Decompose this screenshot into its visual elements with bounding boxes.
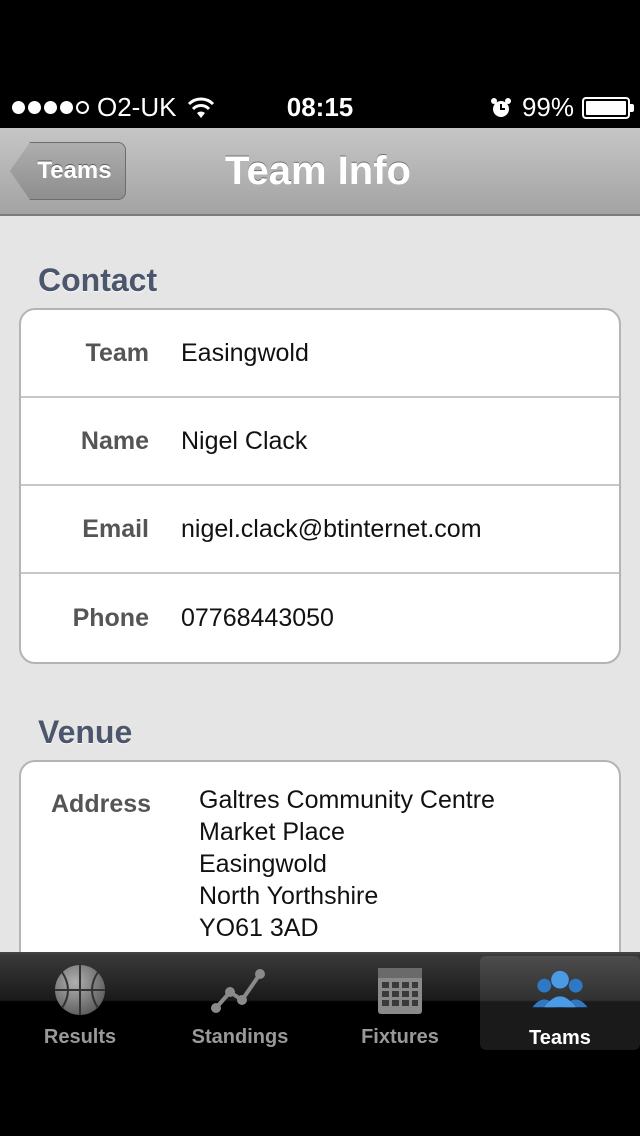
tab-results[interactable]: Results: [0, 954, 160, 1052]
contact-row-name: Name Nigel Clack: [21, 398, 619, 486]
calendar-icon: [378, 968, 422, 1014]
phone-link[interactable]: 07768443050: [181, 604, 334, 633]
tab-fixtures[interactable]: Fixtures: [320, 954, 480, 1052]
navigation-bar: Team Info Teams: [0, 128, 640, 216]
row-value: Easingwold: [181, 338, 309, 367]
contact-group: Team Easingwold Name Nigel Clack Email n…: [19, 308, 621, 664]
content-area[interactable]: Contact Team Easingwold Name Nigel Clack…: [0, 216, 640, 952]
status-right: 99%: [490, 92, 634, 123]
tab-label: Results: [43, 1026, 117, 1048]
venue-section-header: Venue: [38, 714, 133, 750]
tab-label: Teams: [529, 1027, 591, 1049]
battery-percent: 99%: [521, 92, 574, 122]
row-label: Name: [80, 426, 149, 455]
address-label: Address: [51, 790, 152, 818]
row-label: Phone: [72, 603, 149, 632]
venue-group: Address Galtres Community Centre Market …: [19, 760, 621, 952]
address-value: Galtres Community Centre Market Place Ea…: [199, 784, 495, 944]
email-link[interactable]: nigel.clack@btinternet.com: [181, 515, 482, 544]
address-line: Easingwold: [199, 850, 327, 878]
basketball-icon: [55, 965, 105, 1015]
people-icon: [532, 970, 588, 1008]
alarm-clock-icon: [490, 97, 511, 117]
address-line: Galtres Community Centre: [199, 786, 495, 814]
tab-teams[interactable]: Teams: [480, 956, 640, 1050]
contact-row-email[interactable]: Email nigel.clack@btinternet.com: [21, 486, 619, 574]
tab-label: Standings: [191, 1026, 289, 1048]
bottom-area: [0, 1050, 640, 1136]
line-graph-icon: [211, 969, 265, 1013]
address-line: Market Place: [199, 818, 345, 846]
contact-row-phone[interactable]: Phone 07768443050: [21, 574, 619, 662]
venue-row-address[interactable]: Address Galtres Community Centre Market …: [21, 762, 619, 952]
status-bar: O2-UK 08:15 99%: [0, 88, 640, 128]
tab-standings[interactable]: Standings: [160, 954, 320, 1052]
row-label: Email: [82, 514, 149, 543]
contact-row-team: Team Easingwold: [21, 310, 619, 398]
row-label: Team: [85, 338, 149, 367]
battery-level-fill: [586, 100, 626, 115]
row-value: Nigel Clack: [181, 426, 308, 455]
address-line: YO61 3AD: [199, 914, 319, 942]
battery-icon: [582, 96, 634, 119]
address-line: North Yorthshire: [199, 882, 379, 910]
back-button[interactable]: Teams: [10, 142, 126, 200]
contact-section-header: Contact: [38, 262, 158, 298]
tab-label: Fixtures: [361, 1026, 439, 1048]
tab-bar: Results Standings Fixtures Teams: [0, 952, 640, 1050]
